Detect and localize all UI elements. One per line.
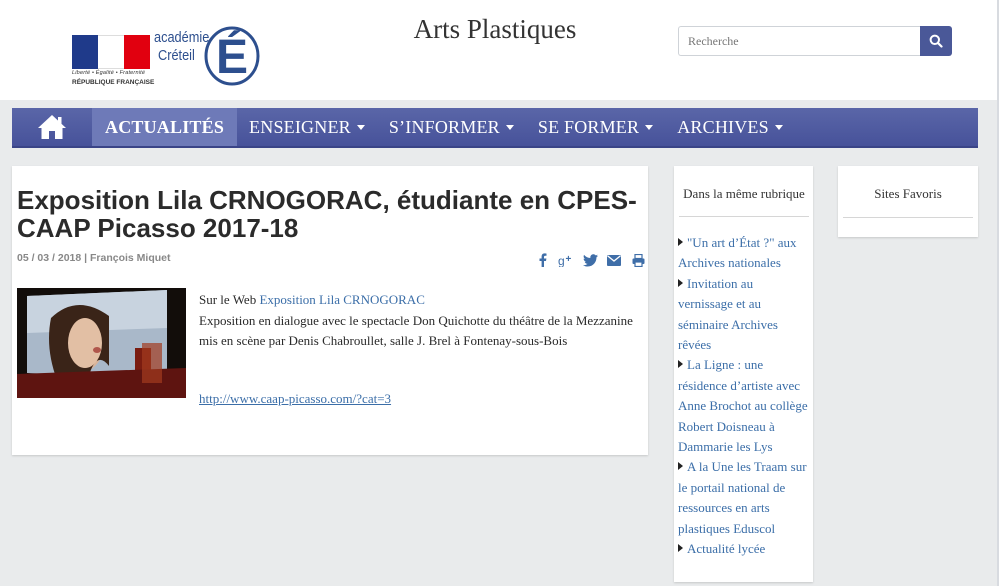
search-button[interactable] [920,26,952,56]
search-input[interactable] [678,26,921,56]
caap-picasso-link[interactable]: http://www.caap-picasso.com/?cat=3 [199,391,391,407]
caret-right-icon [678,544,683,553]
divider [679,216,809,217]
favoris-title: Sites Favoris [874,186,942,201]
share-facebook-button[interactable] [530,252,554,268]
nav-item-label: SE FORMER [537,116,640,137]
print-button[interactable] [626,252,650,268]
nav-item-enseigner[interactable]: ENSEIGNER [237,108,377,146]
e-letter-logo-icon: É [204,26,260,86]
article-meta: 05 / 03 / 2018 | François Miquet [17,252,171,264]
nav-home[interactable] [12,108,92,146]
share-bar: g + [530,252,650,268]
academie-creteil-logo[interactable]: Liberté • Égalité • Fraternité RÉPUBLIQU… [70,8,270,88]
body-prefix: Sur le Web [199,292,260,307]
caret-down-icon [356,124,365,130]
rubrique-item[interactable]: La Ligne : une résidence d’artiste avec … [678,355,811,457]
email-icon [607,254,621,266]
divider [843,217,973,218]
rubrique-item[interactable]: Invitation au vernissage et au séminaire… [678,274,811,356]
body-text: Exposition en dialogue avec le spectacle… [199,312,633,349]
favoris-box: Sites Favoris [838,166,978,237]
rubrique-item[interactable]: Actualité lycée [678,539,811,559]
twitter-icon [582,253,598,266]
exposition-link[interactable]: Exposition Lila CRNOGORAC [259,292,424,307]
svg-text:+: + [566,254,572,265]
caret-right-icon [678,462,683,471]
nav-item-label: ACTUALITÉS [105,116,225,137]
caret-right-icon [678,238,683,246]
caret-down-icon [505,124,514,130]
nav-item-label: S’INFORMER [388,116,500,137]
rubrique-item-label: Actualité lycée [687,541,766,557]
nav-item-actualites[interactable]: ACTUALITÉS [92,108,238,146]
article-thumbnail[interactable] [17,288,186,398]
rubrique-sidebar: Dans la même rubrique "Un art d’État ?" … [674,166,813,582]
print-icon [632,253,644,267]
search-icon [929,34,943,48]
thumbnail-image [17,288,186,398]
caret-down-icon [645,124,654,130]
nav-item-archives[interactable]: ARCHIVES [665,108,795,146]
header: Liberté • Égalité • Fraternité RÉPUBLIQU… [0,0,999,100]
logo-motto: Liberté • Égalité • Fraternité [72,70,146,76]
search-form [678,26,952,56]
rubrique-item[interactable]: A la Une les Traam sur le portail nation… [678,457,811,539]
home-icon [38,115,66,139]
article-title: Exposition Lila CRNOGORAC, étudiante en … [17,185,637,243]
french-flag-icon [72,35,150,69]
nav-item-se-former[interactable]: SE FORMER [526,108,665,146]
article-card: Exposition Lila CRNOGORAC, étudiante en … [12,166,648,455]
main-nav: ACTUALITÉS ENSEIGNER S’INFORMER SE FORME… [12,108,978,148]
rubrique-list: "Un art d’État ?" aux Archives nationale… [678,233,811,560]
google-plus-icon: g + [558,254,572,267]
rubrique-item-label: "Un art d’État ?" aux Archives nationale… [678,235,797,271]
share-google-plus-button[interactable]: g + [554,252,578,268]
caret-right-icon [678,360,683,369]
article-body: Sur le Web Exposition Lila CRNOGORAC Exp… [199,290,639,352]
nav-item-label: ENSEIGNER [249,116,351,137]
rubrique-item-label: Invitation au vernissage et au séminaire… [678,275,778,353]
site-title[interactable]: Arts Plastiques [330,14,660,45]
rubrique-item-label: La Ligne : une résidence d’artiste avec … [678,357,808,455]
caret-down-icon [774,124,783,130]
rubrique-item[interactable]: "Un art d’État ?" aux Archives nationale… [678,233,811,274]
svg-text:É: É [216,30,248,84]
logo-republic: RÉPUBLIQUE FRANÇAISE [72,79,155,86]
share-twitter-button[interactable] [578,252,602,268]
share-email-button[interactable] [602,252,626,268]
nav-item-label: ARCHIVES [677,116,769,137]
nav-item-sinformer[interactable]: S’INFORMER [377,108,526,146]
svg-text:g: g [558,254,565,267]
caret-right-icon [678,278,683,287]
rubrique-item-label: A la Une les Traam sur le portail nation… [678,459,807,536]
logo-text-line2: Créteil [158,47,195,64]
rubrique-title: Dans la même rubrique [683,186,805,201]
facebook-icon [539,253,546,267]
